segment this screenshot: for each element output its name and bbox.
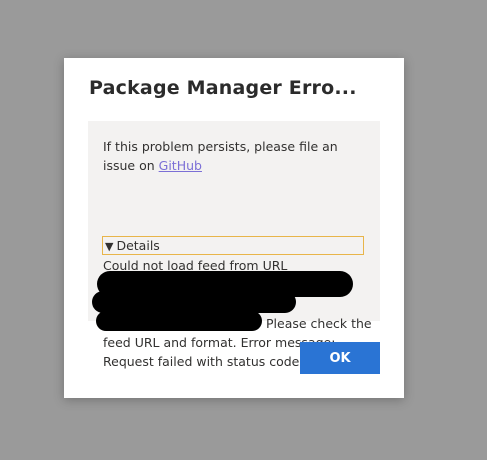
message-text: If this problem persists, please file an… — [103, 137, 373, 175]
error-dialog: Package Manager Erro... If this problem … — [64, 58, 404, 398]
dialog-title: Package Manager Erro... — [89, 77, 357, 99]
github-link[interactable]: GitHub — [159, 158, 202, 173]
details-toggle[interactable]: ▼ Details — [102, 236, 364, 255]
ok-button[interactable]: OK — [300, 342, 380, 374]
expand-arrow-icon: ▼ — [105, 240, 114, 253]
details-label: Details — [116, 238, 160, 253]
message-prefix: If this problem persists, please file an… — [103, 139, 338, 173]
redaction-mark — [92, 291, 296, 313]
message-box: If this problem persists, please file an… — [88, 121, 380, 369]
